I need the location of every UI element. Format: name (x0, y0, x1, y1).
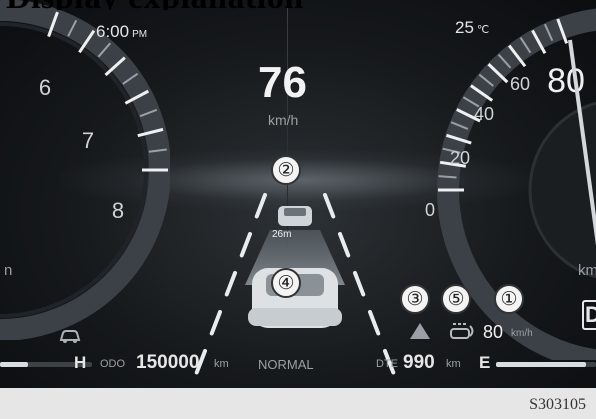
dte-value: 990 (403, 352, 435, 373)
clock-time: 6:00 PM (96, 22, 148, 41)
gear-indicator: D (582, 300, 596, 330)
callout-4: ④ (271, 268, 301, 298)
instrument-cluster: 6 7 8 0 20 40 60 80 6:00 PM 25 ℃ 76 km/h n… (0, 0, 596, 388)
tachometer-gauge: 6 7 8 (0, 0, 170, 340)
outside-temperature: 25 ℃ (455, 18, 490, 37)
callout-2: ② (271, 155, 301, 185)
fuel-empty-label: E (479, 353, 491, 372)
left-lane-dash (239, 232, 252, 258)
speed-unit-fragment: km (578, 262, 596, 279)
dte-label: DTE (376, 358, 398, 370)
speed-label-20: 20 (450, 148, 470, 168)
acc-radar-icon (450, 323, 474, 339)
left-lane-dash (224, 271, 237, 297)
lane-car-icon (59, 330, 81, 343)
tach-label-8: 8 (112, 198, 124, 223)
tach-label-7: 7 (82, 128, 94, 153)
speed-label-60: 60 (510, 74, 530, 94)
tach-unit-fragment: n (4, 262, 13, 279)
dte-unit: km (446, 358, 461, 370)
left-lane-dash (254, 193, 267, 219)
lead-vehicle-icon (278, 206, 312, 226)
right-lane-dash (353, 271, 366, 297)
odo-unit: km (214, 358, 229, 370)
right-lane-dash (338, 232, 351, 258)
right-lane-dash (323, 193, 336, 219)
acc-distance-badge: 26m (272, 229, 292, 240)
odo-label: ODO (100, 358, 126, 370)
figure-code: S303105 (529, 396, 586, 413)
odo-value: 150000 (136, 352, 200, 373)
speed-label-0: 0 (425, 200, 435, 220)
speed-tick (438, 175, 457, 179)
digital-speed-unit: km/h (268, 112, 299, 128)
fuel-level-fill (496, 362, 586, 367)
digital-speed: 76 (258, 58, 307, 107)
figure-footer: S303105 (0, 388, 596, 419)
page-heading: Display explanation (0, 0, 596, 10)
drive-mode: NORMAL (258, 357, 314, 372)
speed-label-40: 40 (474, 104, 494, 124)
coolant-temp-hot-label: H (74, 353, 87, 372)
left-lane-dash (209, 310, 222, 336)
acc-set-speed: 80 (483, 322, 504, 342)
warning-triangle-icon (410, 323, 430, 339)
callout-1: ① (494, 284, 524, 314)
tach-label-6: 6 (39, 75, 51, 100)
acc-set-speed-unit: km/h (511, 328, 533, 339)
callout-3: ③ (400, 284, 430, 314)
right-lane-dash (368, 310, 381, 336)
coolant-temp-fill (0, 362, 28, 367)
callout-5: ⑤ (441, 284, 471, 314)
